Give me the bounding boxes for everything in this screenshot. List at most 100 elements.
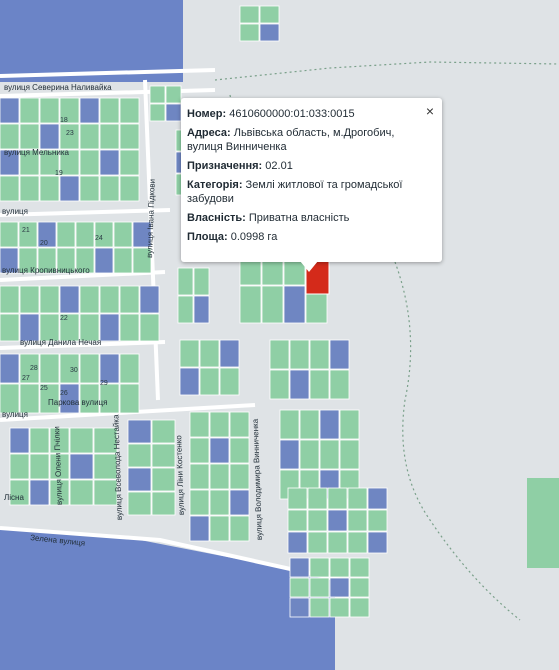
land-parcel[interactable] [19,313,40,342]
land-parcel[interactable] [259,23,280,42]
land-parcel[interactable] [79,97,100,124]
land-parcel[interactable] [99,313,120,342]
land-parcel[interactable] [127,443,152,468]
land-parcel[interactable] [151,467,176,492]
land-parcel[interactable] [18,221,38,248]
land-parcel[interactable] [367,509,388,532]
land-parcel[interactable] [0,313,20,342]
land-parcel[interactable] [119,353,140,384]
land-parcel[interactable] [349,557,370,578]
land-parcel[interactable] [19,175,40,202]
land-parcel[interactable] [151,419,176,444]
land-parcel[interactable] [269,369,290,400]
land-parcel[interactable] [99,353,120,384]
close-icon[interactable]: × [426,104,434,118]
land-parcel[interactable] [209,437,230,464]
land-parcel[interactable] [99,285,120,314]
land-parcel[interactable] [113,221,133,248]
land-parcel[interactable] [327,509,348,532]
land-parcel[interactable] [209,489,230,516]
land-parcel[interactable] [39,313,60,342]
land-parcel[interactable] [79,175,100,202]
land-parcel[interactable] [349,597,370,618]
land-parcel[interactable] [289,339,310,370]
land-parcel[interactable] [79,149,100,176]
land-parcel[interactable] [339,409,360,440]
land-parcel[interactable] [39,175,60,202]
land-parcel[interactable] [319,439,340,470]
land-parcel[interactable] [119,383,140,414]
land-parcel[interactable] [367,531,388,554]
land-parcel[interactable] [59,175,80,202]
land-parcel[interactable] [229,411,250,438]
land-parcel[interactable] [307,509,328,532]
land-parcel[interactable] [139,313,160,342]
land-parcel[interactable] [39,123,60,150]
land-parcel[interactable] [127,419,152,444]
land-parcel[interactable] [287,509,308,532]
land-parcel[interactable] [139,285,160,314]
land-parcel[interactable] [309,369,330,400]
land-parcel[interactable] [119,97,140,124]
land-parcel[interactable] [56,221,76,248]
land-parcel[interactable] [229,437,250,464]
land-parcel[interactable] [165,85,182,104]
land-parcel[interactable] [209,411,230,438]
land-parcel[interactable] [209,463,230,490]
land-parcel[interactable] [119,149,140,176]
land-parcel[interactable] [309,557,330,578]
land-parcel[interactable] [189,411,210,438]
land-parcel[interactable] [0,383,20,414]
land-parcel[interactable] [347,487,368,510]
land-parcel[interactable] [299,439,320,470]
land-parcel[interactable] [219,367,240,396]
land-parcel[interactable] [239,5,260,24]
land-parcel[interactable] [229,515,250,542]
land-parcel[interactable] [39,97,60,124]
land-parcel[interactable] [189,515,210,542]
land-parcel[interactable] [0,221,19,248]
land-parcel[interactable] [283,285,306,324]
land-parcel[interactable] [309,597,330,618]
land-parcel[interactable] [119,313,140,342]
land-parcel[interactable] [347,509,368,532]
land-parcel[interactable] [289,577,310,598]
land-parcel[interactable] [0,175,20,202]
land-parcel[interactable] [94,247,114,274]
land-parcel[interactable] [289,369,310,400]
land-parcel[interactable] [151,443,176,468]
land-parcel[interactable] [339,439,360,470]
land-parcel[interactable] [189,463,210,490]
land-parcel[interactable] [287,487,308,510]
land-parcel[interactable] [179,339,200,368]
land-parcel[interactable] [99,97,120,124]
land-parcel[interactable] [177,267,194,296]
land-parcel[interactable] [193,267,210,296]
land-parcel[interactable] [239,285,262,324]
land-parcel[interactable] [119,175,140,202]
land-parcel[interactable] [193,295,210,324]
land-parcel[interactable] [75,221,95,248]
land-parcel[interactable] [151,491,176,516]
land-parcel[interactable] [149,103,166,122]
land-parcel[interactable] [69,453,94,480]
land-parcel[interactable] [0,123,20,150]
land-parcel[interactable] [39,353,60,384]
land-parcel[interactable] [149,85,166,104]
land-parcel[interactable] [0,97,20,124]
land-parcel[interactable] [119,123,140,150]
land-parcel[interactable] [69,479,94,506]
land-parcel[interactable] [189,437,210,464]
land-parcel[interactable] [127,467,152,492]
land-parcel[interactable] [307,531,328,554]
land-parcel[interactable] [39,285,60,314]
land-parcel[interactable] [349,577,370,598]
land-parcel[interactable] [79,123,100,150]
land-parcel[interactable] [69,427,94,454]
land-parcel[interactable] [177,295,194,324]
land-parcel[interactable] [19,285,40,314]
land-parcel[interactable] [9,453,30,480]
land-parcel[interactable] [0,285,20,314]
land-parcel[interactable] [289,597,310,618]
land-parcel[interactable] [189,489,210,516]
